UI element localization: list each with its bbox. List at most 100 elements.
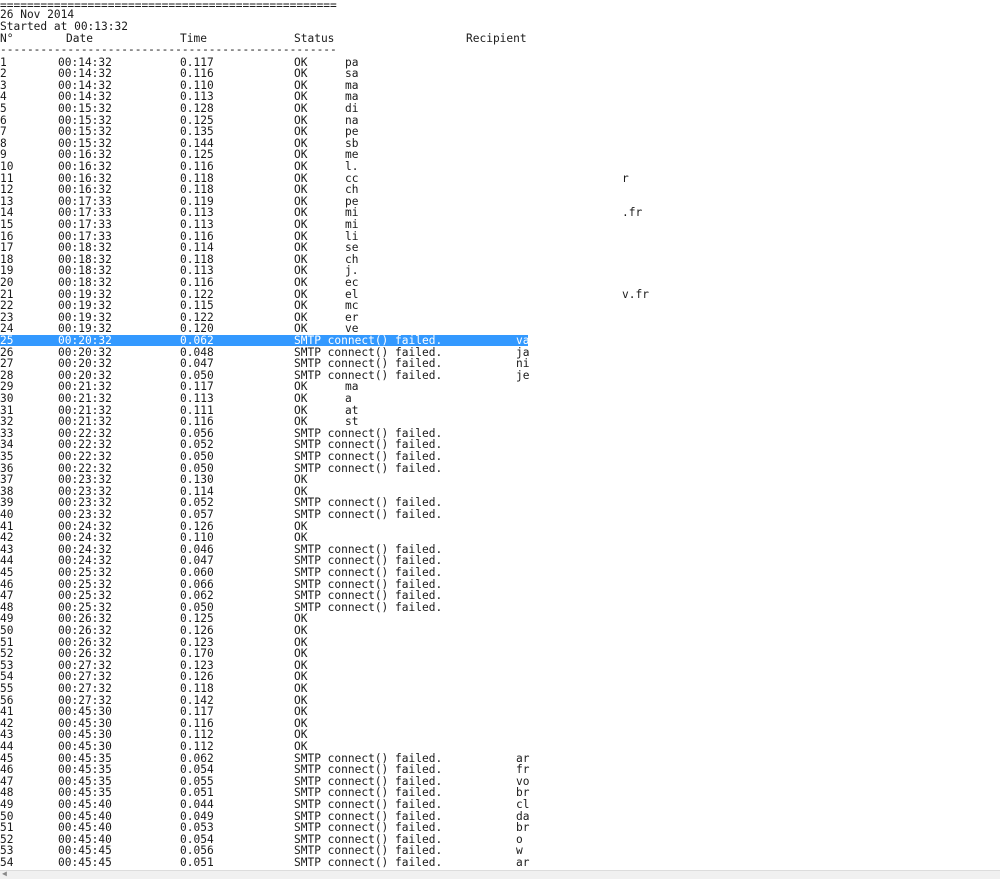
row-date: 00:18:32	[58, 275, 112, 289]
row-number: 32	[0, 415, 14, 429]
row-recipient: ch	[345, 183, 359, 197]
row-date: 00:23:32	[58, 473, 112, 487]
column-header-num: N°	[0, 32, 14, 45]
row-recipient: l.	[345, 159, 359, 173]
row-number: 44	[0, 739, 14, 753]
row-recipient: mc	[345, 299, 359, 313]
row-number: 17	[0, 241, 14, 255]
row-time: 0.113	[180, 391, 214, 405]
row-date: 00:16:32	[58, 183, 112, 197]
row-time: 0.130	[180, 473, 214, 487]
row-time: 0.126	[180, 623, 214, 637]
row-number: 41	[0, 705, 14, 719]
row-number: 42	[0, 531, 14, 545]
row-time: 0.051	[180, 855, 214, 869]
row-date: 00:21:32	[58, 391, 112, 405]
row-date: 00:45:45	[58, 855, 112, 869]
column-header-recipient: Recipient	[466, 32, 527, 45]
row-date: 00:25:32	[58, 589, 112, 603]
row-date: 00:15:32	[58, 101, 112, 115]
row-recipient: br	[516, 821, 530, 835]
date-line: 26 Nov 2014	[0, 8, 75, 21]
row-status: SMTP connect() failed.	[294, 565, 443, 579]
column-header-status: Status	[294, 32, 335, 45]
row-date: 00:26:32	[58, 647, 112, 661]
row-status: OK	[294, 275, 308, 289]
row-status: SMTP connect() failed.	[294, 600, 443, 614]
recipient-fragment: .fr	[622, 206, 643, 220]
row-status: OK	[294, 217, 308, 231]
row-status: OK	[294, 183, 308, 197]
row-status: OK	[294, 681, 308, 695]
row-date: 00:45:35	[58, 763, 112, 777]
row-status: SMTP connect() failed.	[294, 368, 443, 382]
row-status: SMTP connect() failed.	[294, 357, 443, 371]
row-time: 0.054	[180, 763, 214, 777]
row-date: 00:14:32	[58, 67, 112, 81]
row-number: 45	[0, 565, 14, 579]
row-number: 20	[0, 275, 14, 289]
row-recipient: ni	[516, 357, 530, 371]
table-row-selected[interactable]: 25 00:20:32 0.062 SMTP connect() failed. va	[0, 333, 530, 347]
scroll-left-arrow-icon[interactable]: ◀	[2, 869, 7, 878]
row-status: OK	[294, 125, 308, 139]
row-status: SMTP connect() failed.	[294, 333, 443, 347]
row-time: 0.118	[180, 183, 214, 197]
row-recipient: st	[345, 415, 359, 429]
row-time: 0.115	[180, 299, 214, 313]
row-time: 0.047	[180, 357, 214, 371]
row-date: 00:20:32	[58, 357, 112, 371]
row-recipient: sa	[345, 67, 359, 81]
row-date: 00:15:32	[58, 125, 112, 139]
row-date: 00:45:30	[58, 739, 112, 753]
row-status: OK	[294, 241, 308, 255]
row-recipient: va	[516, 333, 530, 347]
row-status: SMTP connect() failed.	[294, 821, 443, 835]
row-status: OK	[294, 623, 308, 637]
row-status: OK	[294, 101, 308, 115]
row-time: 0.050	[180, 449, 214, 463]
row-date: 00:27:32	[58, 681, 112, 695]
row-status: SMTP connect() failed.	[294, 449, 443, 463]
row-recipient: je	[516, 368, 530, 382]
row-number: 40	[0, 507, 14, 521]
row-time: 0.116	[180, 275, 214, 289]
row-status: OK	[294, 67, 308, 81]
row-time: 0.060	[180, 565, 214, 579]
row-status: OK	[294, 531, 308, 545]
row-date: 00:19:32	[58, 299, 112, 313]
row-number: 5	[0, 101, 7, 115]
row-number: 7	[0, 125, 7, 139]
row-number: 37	[0, 473, 14, 487]
row-time: 0.112	[180, 739, 214, 753]
row-recipient: ar	[516, 855, 530, 869]
row-date: 00:26:32	[58, 623, 112, 637]
row-number: 12	[0, 183, 14, 197]
row-status: SMTP connect() failed.	[294, 589, 443, 603]
row-recipient: se	[345, 241, 359, 255]
row-number: 15	[0, 217, 14, 231]
row-time: 0.110	[180, 531, 214, 545]
row-number: 49	[0, 797, 14, 811]
row-date: 00:23:32	[58, 507, 112, 521]
row-time: 0.116	[180, 67, 214, 81]
row-recipient: a	[345, 391, 352, 405]
row-status: SMTP connect() failed.	[294, 855, 443, 869]
row-number: 54	[0, 855, 14, 869]
row-time: 0.114	[180, 241, 214, 255]
row-status: OK	[294, 705, 308, 719]
row-number: 30	[0, 391, 14, 405]
row-number: 25	[0, 333, 14, 347]
row-status: OK	[294, 391, 308, 405]
row-recipient: pe	[345, 125, 359, 139]
row-number: 46	[0, 763, 14, 777]
row-time: 0.170	[180, 647, 214, 661]
row-number: 27	[0, 357, 14, 371]
row-date: 00:22:32	[58, 449, 112, 463]
row-date: 00:45:40	[58, 797, 112, 811]
row-number: 51	[0, 821, 14, 835]
row-time: 0.062	[180, 589, 214, 603]
row-number: 35	[0, 449, 14, 463]
row-date: 00:45:30	[58, 705, 112, 719]
row-time: 0.062	[180, 333, 214, 347]
